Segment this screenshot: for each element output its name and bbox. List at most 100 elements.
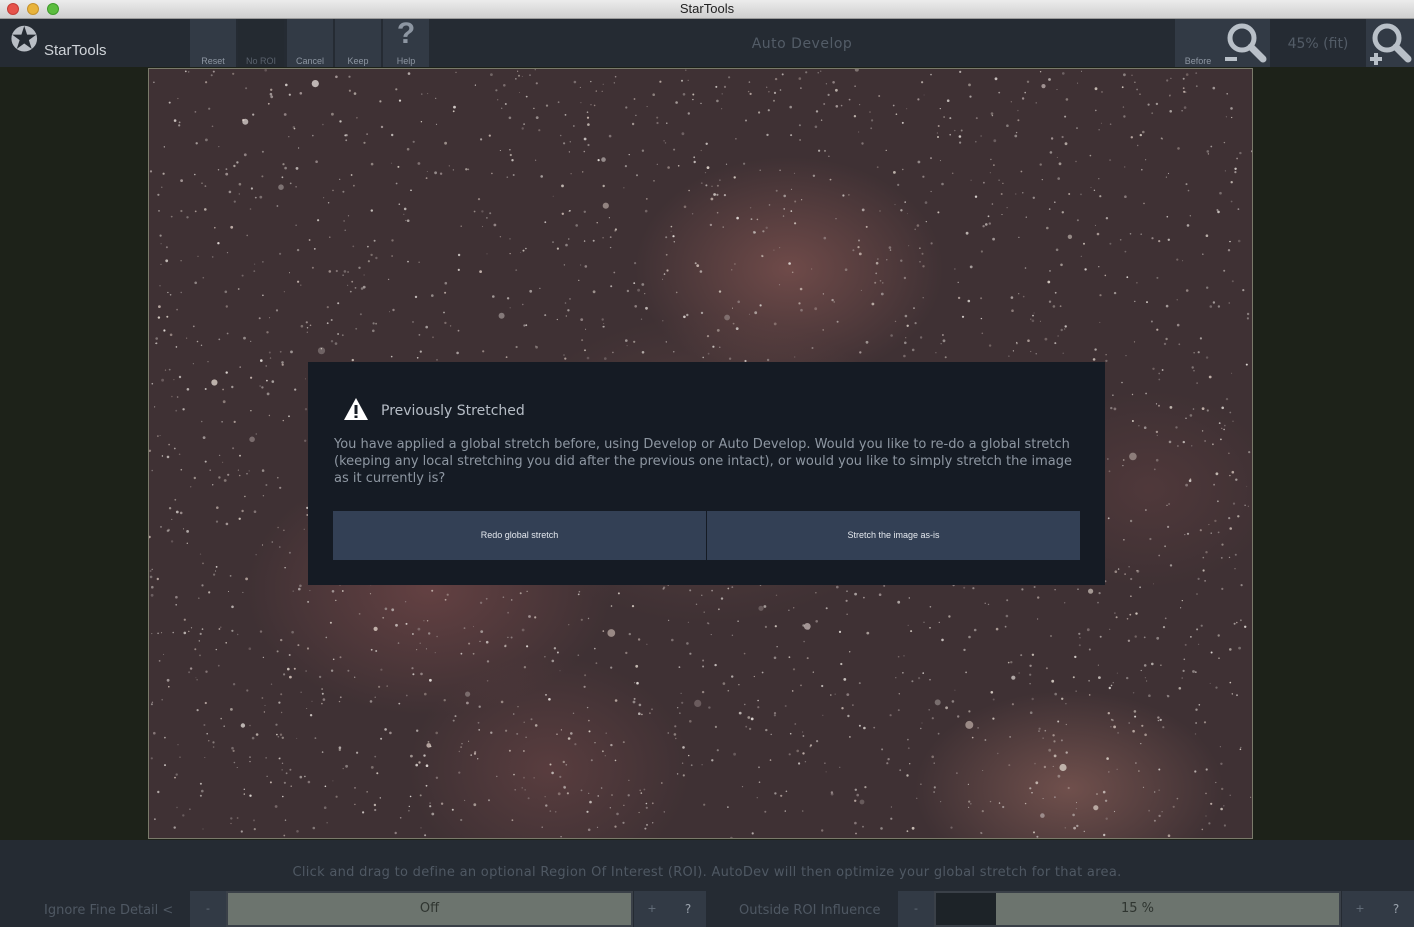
star-dot	[652, 93, 655, 96]
star-dot	[282, 163, 285, 166]
star-dot	[686, 313, 689, 317]
star-dot	[423, 754, 426, 757]
star-dot	[499, 150, 501, 151]
star-dot	[468, 740, 470, 742]
star-dot	[232, 749, 235, 753]
outside-roi-influence-increase-button[interactable]: +	[1342, 891, 1378, 927]
star-dot	[588, 719, 590, 722]
star-dot	[798, 77, 802, 80]
outside-roi-influence-decrease-button[interactable]: -	[898, 891, 934, 927]
star-dot	[1052, 734, 1055, 737]
star-dot	[670, 225, 673, 228]
star-dot	[352, 245, 355, 248]
star-dot	[1025, 216, 1027, 218]
star-dot	[969, 95, 972, 98]
star-dot	[194, 210, 197, 213]
star-dot	[674, 725, 677, 728]
star-dot	[412, 140, 415, 143]
star-dot	[614, 75, 617, 78]
ignore-fine-detail-decrease-button[interactable]: -	[190, 891, 226, 927]
star-dot	[243, 153, 247, 157]
star-dot	[223, 479, 227, 482]
star-dot	[391, 133, 394, 137]
outside-roi-influence-label: Outside ROI Influence	[739, 903, 881, 918]
star-dot	[521, 628, 525, 632]
star-dot	[277, 735, 280, 738]
star-dot	[407, 72, 411, 75]
star-dot	[269, 781, 272, 784]
star-dot	[397, 642, 400, 644]
star-dot	[1240, 584, 1243, 587]
star-dot	[174, 498, 177, 501]
star-dot	[410, 189, 412, 192]
star-dot	[327, 202, 330, 204]
star-dot	[1027, 339, 1030, 343]
star-dot	[823, 236, 827, 240]
star-dot	[230, 822, 232, 825]
star-dot	[1134, 715, 1137, 718]
star-dot	[1162, 626, 1166, 629]
star-dot	[861, 208, 865, 212]
stretch-as-is-button[interactable]: Stretch the image as-is	[707, 511, 1080, 560]
star-dot	[1060, 263, 1063, 267]
help-button[interactable]: ? Help	[383, 17, 429, 67]
star-dot	[835, 105, 839, 108]
star-dot	[406, 147, 410, 151]
star-dot	[157, 193, 160, 196]
star-dot	[909, 763, 911, 765]
star-dot	[180, 209, 183, 213]
cancel-button[interactable]: Cancel	[287, 19, 333, 67]
star-dot	[1113, 725, 1116, 729]
star-dot	[578, 590, 581, 593]
star-dot	[656, 121, 659, 125]
no-roi-button[interactable]: No ROI	[238, 19, 284, 67]
star-dot	[897, 655, 900, 658]
outside-roi-influence-slider[interactable]: 15 %	[934, 891, 1341, 927]
star-dot	[161, 378, 164, 382]
star-dot	[922, 297, 924, 299]
star-dot	[1048, 748, 1052, 752]
ignore-fine-detail-increase-button[interactable]: +	[634, 891, 670, 927]
ignore-fine-detail-help-button[interactable]: ?	[670, 891, 706, 927]
star-dot	[406, 219, 410, 222]
star-dot	[773, 322, 777, 326]
outside-roi-influence-help-button[interactable]: ?	[1378, 891, 1414, 927]
star-dot	[556, 651, 559, 654]
star-dot	[1105, 217, 1109, 220]
star-dot	[910, 630, 913, 633]
star-dot	[876, 166, 879, 169]
star-dot	[860, 289, 862, 291]
star-dot	[1057, 177, 1060, 180]
star-dot	[348, 75, 351, 78]
zoom-in-button[interactable]	[1366, 19, 1414, 67]
star-dot	[1029, 787, 1032, 790]
star-dot	[529, 289, 533, 293]
star-dot	[298, 147, 300, 149]
star-dot	[980, 135, 982, 137]
redo-global-stretch-button[interactable]: Redo global stretch	[333, 511, 706, 560]
star-dot	[313, 248, 316, 250]
ignore-fine-detail-slider[interactable]: Off	[226, 891, 633, 927]
star-dot	[907, 624, 909, 627]
star-dot	[460, 225, 462, 227]
star-dot	[568, 151, 571, 153]
star-dot	[983, 181, 985, 184]
star-dot	[843, 678, 847, 681]
star-dot	[420, 121, 423, 123]
before-button[interactable]: Before	[1175, 19, 1221, 67]
keep-button[interactable]: Keep	[335, 19, 381, 67]
reset-button[interactable]: Reset	[190, 19, 236, 67]
star-dot	[168, 507, 172, 510]
star-dot	[318, 675, 322, 679]
star-dot	[425, 177, 428, 179]
ignore-fine-detail-label[interactable]: Ignore Fine Detail <	[44, 903, 173, 918]
star-dot	[981, 332, 984, 335]
star-dot	[752, 230, 756, 234]
star-dot	[748, 727, 752, 731]
star-dot	[1237, 515, 1240, 518]
star-dot	[230, 817, 233, 820]
zoom-out-button[interactable]	[1221, 19, 1270, 67]
star-dot	[791, 690, 794, 692]
star-dot	[1221, 543, 1224, 546]
star-dot	[812, 174, 816, 177]
